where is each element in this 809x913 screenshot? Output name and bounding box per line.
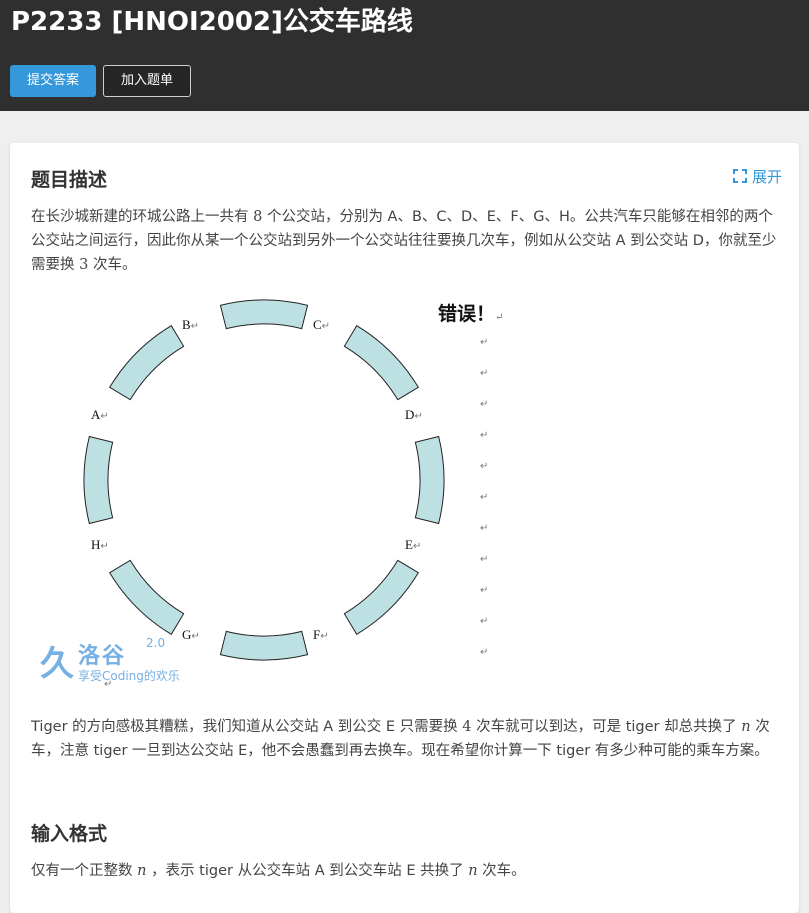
station-label-c: C↵ xyxy=(313,317,331,332)
text: 仅有一个正整数 xyxy=(31,863,133,879)
problem-card: 题目描述 展开 在长沙城新建的环城公路上一共有 8 个公交站，分别为 A、B、C… xyxy=(10,143,799,913)
watermark-version: 2.0 xyxy=(146,636,166,650)
station-label-h: H↵ xyxy=(91,537,109,552)
math-value: n xyxy=(137,863,147,879)
watermark-name: 洛谷 xyxy=(78,644,127,669)
text: 次车。 xyxy=(92,257,137,273)
return-mark: ↵ xyxy=(480,337,489,348)
math-value: n xyxy=(468,863,478,879)
luogu-watermark: 久 洛谷 2.0 享受Coding的欢乐 xyxy=(40,636,210,686)
expand-button[interactable]: 展开 xyxy=(732,166,782,187)
station-label-f: F↵ xyxy=(313,627,329,642)
add-to-list-button[interactable]: 加入题单 xyxy=(103,65,191,97)
return-mark: ↵ xyxy=(480,430,489,441)
station-label-a: A↵ xyxy=(91,407,109,422)
watermark-slogan: 享受Coding的欢乐 xyxy=(78,669,180,683)
math-value: n xyxy=(741,719,751,735)
ring-segment xyxy=(343,559,419,635)
description-paragraph-1: 在长沙城新建的环城公路上一共有 8 个公交站，分别为 A、B、C、D、E、F、G… xyxy=(31,205,781,277)
math-value: 8 xyxy=(253,209,263,225)
return-mark: ↵ xyxy=(480,492,489,503)
station-label-e: E↵ xyxy=(405,537,422,552)
station-label-d: D↵ xyxy=(405,407,423,422)
input-format-heading: 输入格式 xyxy=(31,823,108,845)
description-paragraph-2: Tiger 的方向感极其糟糕，我们知道从公交站 A 到公交 E 只需要换 4 次… xyxy=(31,715,781,763)
ring-segment xyxy=(83,435,114,525)
luogu-logo-icon: 久 xyxy=(40,644,74,684)
station-label-b: B↵ xyxy=(182,317,200,332)
text: 次车。 xyxy=(482,863,526,879)
return-mark: ↵ xyxy=(480,647,489,658)
return-mark: ↵ xyxy=(480,554,489,565)
math-value: 4 xyxy=(462,719,472,735)
text: ，表示 tiger 从公交车站 A 到公交车站 E 共换了 xyxy=(151,863,464,879)
ring-segment xyxy=(109,559,185,635)
return-mark: ↵ xyxy=(480,523,489,534)
ring-segment xyxy=(219,299,309,330)
return-mark: ↵ xyxy=(480,399,489,410)
figure-error-text: 错误！↵ xyxy=(438,303,504,325)
return-mark: ↵ xyxy=(480,461,489,472)
input-format-paragraph: 仅有一个正整数 n ，表示 tiger 从公交车站 A 到公交车站 E 共换了 … xyxy=(31,859,781,883)
math-value: 3 xyxy=(79,257,89,273)
ring-segment xyxy=(219,630,309,661)
text: 在长沙城新建的环城公路上一共有 xyxy=(31,209,249,225)
description-heading: 题目描述 xyxy=(31,169,108,191)
return-mark: ↵ xyxy=(480,585,489,596)
problem-header: P2233 [HNOI2002]公交车路线 提交答案 加入题单 xyxy=(0,0,809,111)
return-mark: ↵ xyxy=(480,368,489,379)
ring-segment xyxy=(343,325,419,401)
expand-label: 展开 xyxy=(751,168,782,186)
return-mark: ↵ xyxy=(480,616,489,627)
ring-segment xyxy=(109,325,185,401)
text: Tiger 的方向感极其糟糕，我们知道从公交站 A 到公交 E 只需要换 xyxy=(31,719,458,735)
submit-answer-button[interactable]: 提交答案 xyxy=(10,65,96,97)
ring-segment xyxy=(414,435,445,525)
expand-icon xyxy=(732,169,747,183)
text: 次车就可以到达，可是 tiger 却总共换了 xyxy=(476,719,737,735)
problem-title: P2233 [HNOI2002]公交车路线 xyxy=(11,7,413,37)
